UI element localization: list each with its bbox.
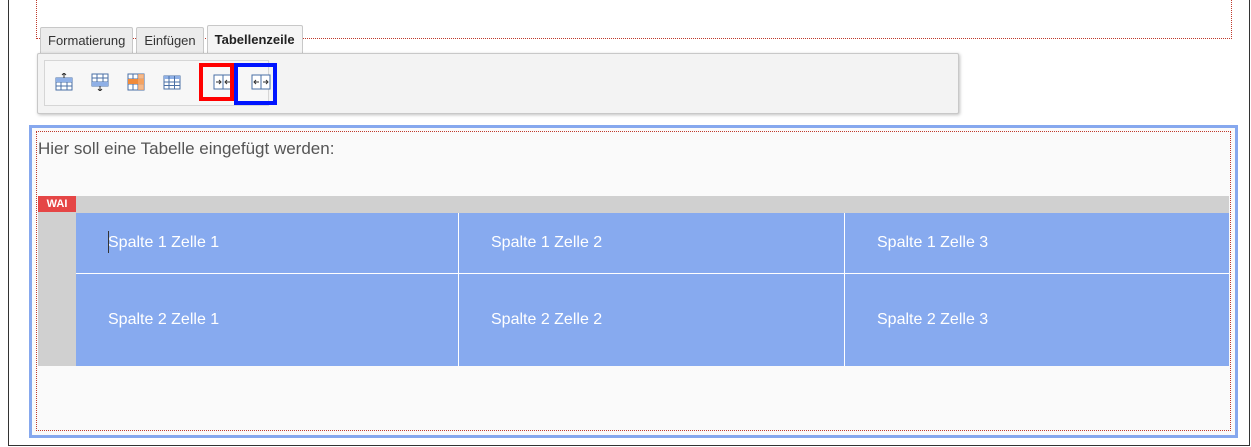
wai-header-bar	[38, 196, 1229, 213]
delete-row-button[interactable]	[125, 73, 147, 95]
tab-einfuegen[interactable]: Einfügen	[136, 27, 204, 53]
insert-row-above-button[interactable]	[53, 71, 75, 96]
table-cell[interactable]: Spalte 1 Zelle 1	[76, 213, 459, 274]
table-cell[interactable]: Spalte 2 Zelle 1	[76, 274, 459, 366]
split-highlight-box	[234, 63, 277, 105]
insert-row-below-icon	[91, 73, 109, 96]
insert-row-above-icon	[55, 71, 73, 96]
wai-badge[interactable]: WAI	[38, 196, 76, 212]
merge-highlight-box	[199, 63, 234, 101]
tab-formatierung[interactable]: Formatierung	[40, 27, 134, 53]
intro-text: Hier soll eine Tabelle eingefügt werden:	[38, 139, 335, 158]
editor-table: Spalte 1 Zelle 1 Spalte 1 Zelle 2 Spalte…	[76, 213, 1229, 366]
toolbar-panel	[37, 53, 959, 114]
table-cell[interactable]: Spalte 1 Zelle 3	[845, 213, 1229, 274]
table-cell[interactable]: Spalte 2 Zelle 2	[459, 274, 845, 366]
text-cursor	[108, 231, 109, 253]
toolbar-tabs: Formatierung Einfügen Tabellenzeile	[40, 25, 306, 53]
insert-row-below-button[interactable]	[89, 73, 111, 95]
wai-side-bar	[38, 213, 76, 366]
table-properties-button[interactable]	[161, 73, 183, 95]
table-properties-icon	[163, 73, 181, 96]
delete-row-icon	[127, 73, 145, 96]
table-cell[interactable]: Spalte 2 Zelle 3	[845, 274, 1229, 366]
tab-tabellenzeile[interactable]: Tabellenzeile	[206, 25, 303, 53]
table-cell[interactable]: Spalte 1 Zelle 2	[459, 213, 845, 274]
